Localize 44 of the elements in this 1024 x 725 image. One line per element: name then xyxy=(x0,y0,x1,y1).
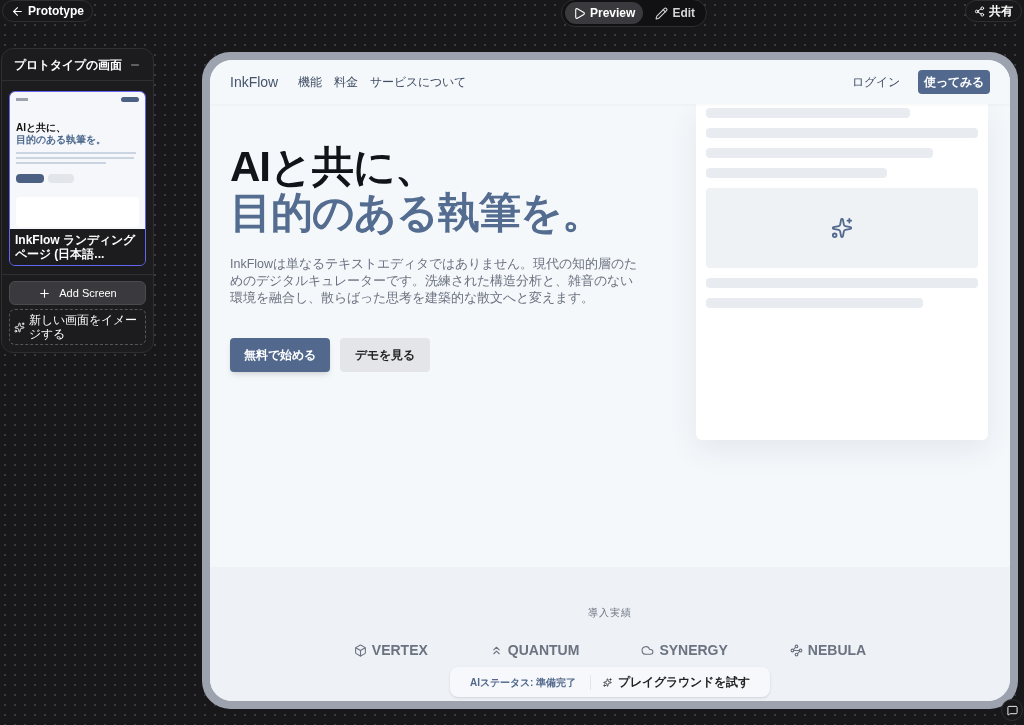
thumbnail-logo xyxy=(16,98,28,101)
sparkle-icon xyxy=(603,677,613,687)
nav-link[interactable]: サービスについて xyxy=(370,73,467,91)
imagine-screen-button[interactable]: 新しい画面をイメージする xyxy=(9,309,146,345)
panel-title: プロトタイプの画面 xyxy=(14,56,122,74)
nav-link[interactable]: 機能 xyxy=(298,73,323,91)
back-button[interactable]: Prototype xyxy=(2,0,93,22)
hero-heading-accent: 目的のある執筆を。 xyxy=(230,190,603,236)
client-logo: SYNERGY xyxy=(641,640,728,661)
logo-mark-icon xyxy=(789,644,803,657)
thumbnail-heading: 目的のある執筆を。 xyxy=(16,134,107,146)
mode-tab[interactable]: Preview xyxy=(565,2,644,24)
plus-icon xyxy=(38,286,52,300)
section-label: 導入実績 xyxy=(588,606,632,620)
logo-mark-icon xyxy=(353,644,367,657)
chat-icon xyxy=(1006,704,1018,716)
brand-logo[interactable]: InkFlow xyxy=(230,71,279,93)
client-logo: QUANTUM xyxy=(489,640,580,661)
hero-description: InkFlowは単なるテキストエディタではありません。現代の知的層のためのデジタルキュレーターです。洗練された構造分析と、雑音のない環境を融合し、散らばった思考を建築的な散文へと変えます。 xyxy=(230,256,639,307)
feedback-button[interactable] xyxy=(1001,699,1023,721)
mode-tab[interactable]: Edit xyxy=(647,2,704,24)
client-logo: NEBULA xyxy=(789,640,867,661)
cta-button[interactable]: 使ってみる xyxy=(918,70,990,94)
sparkle-icon xyxy=(14,321,25,333)
client-logo: VERTEX xyxy=(353,640,428,661)
start-free-button[interactable]: 無料で始める xyxy=(230,338,330,372)
play-icon xyxy=(573,6,586,20)
playground-button[interactable]: プレイグラウンドを試す xyxy=(603,673,751,691)
share-icon xyxy=(974,5,985,17)
nav-link[interactable]: 料金 xyxy=(334,73,359,91)
thumbnail-heading: AIと共に、 xyxy=(16,122,66,134)
thumbnail-button xyxy=(121,97,139,102)
share-button[interactable]: 共有 xyxy=(965,0,1022,22)
ai-status: AIステータス: 準備完了 xyxy=(469,674,592,690)
pencil-icon xyxy=(655,6,669,20)
screen-card[interactable]: AIと共に、 目的のある執筆を。 InkFlow ランディングページ (日本語... xyxy=(9,91,146,266)
logo-mark-icon xyxy=(641,644,655,657)
login-link[interactable]: ログイン xyxy=(852,73,900,91)
add-screen-button[interactable]: Add Screen xyxy=(9,281,146,305)
demo-button[interactable]: デモを見る xyxy=(340,338,430,372)
sparkle-icon xyxy=(831,217,853,239)
back-arrow-icon xyxy=(11,4,24,18)
thumbnail-button xyxy=(16,174,44,183)
hero-heading: AIと共に、 xyxy=(230,144,436,190)
